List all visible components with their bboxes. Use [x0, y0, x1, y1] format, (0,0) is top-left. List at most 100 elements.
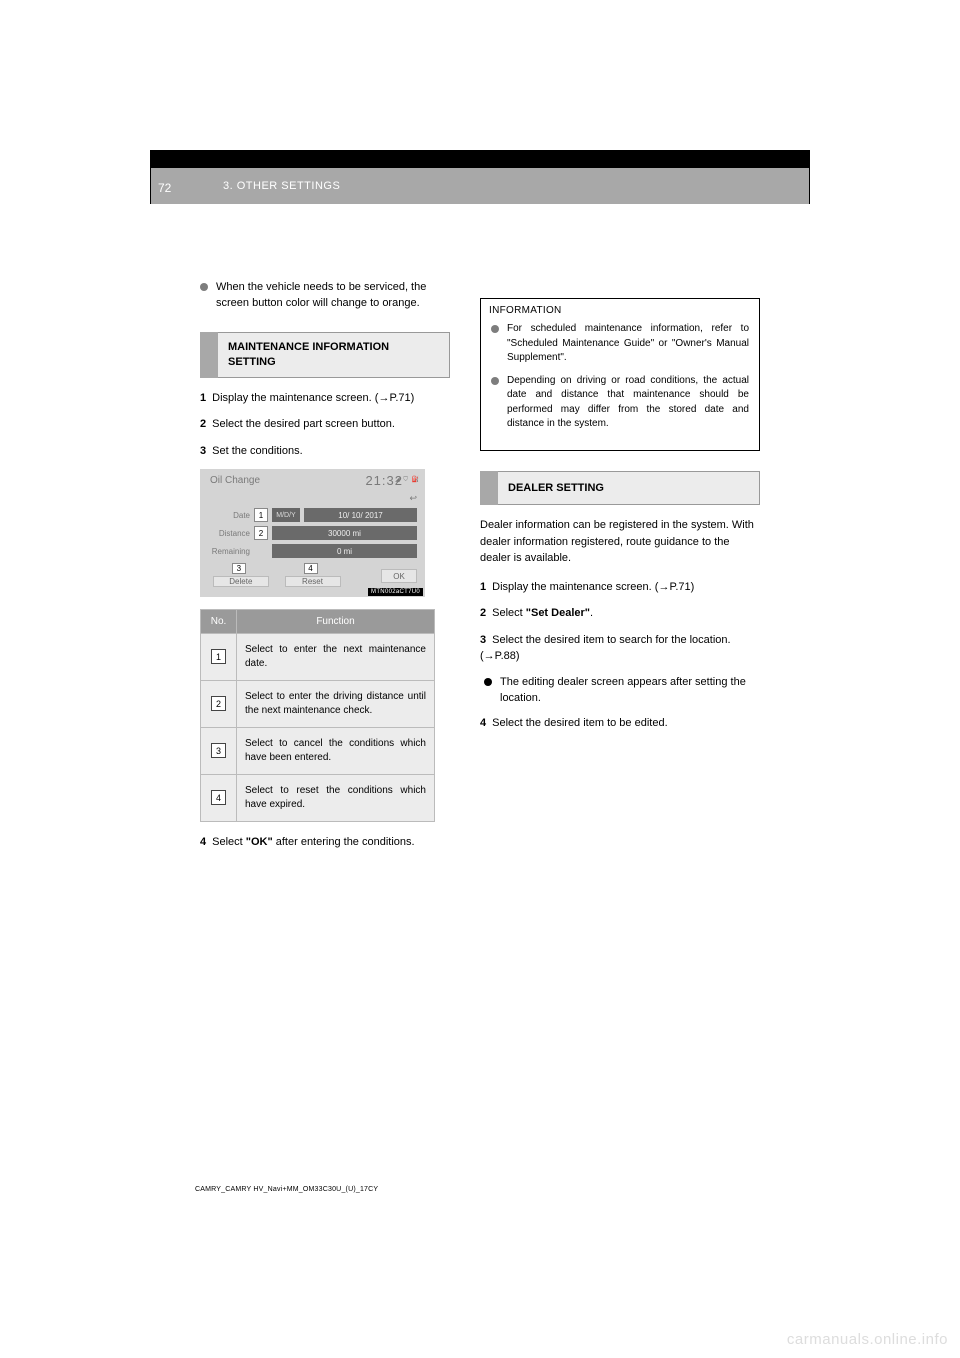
reset-button[interactable]: Reset — [285, 576, 341, 587]
step-text-b: . — [590, 607, 593, 619]
step-text: Select the desired item to be edited. — [492, 717, 668, 729]
distance-field[interactable]: 30000 mi — [272, 526, 417, 540]
date-label: Date — [208, 511, 254, 520]
section-tab-icon — [200, 332, 218, 378]
reset-column: 4 Reset — [280, 563, 346, 587]
row-desc-cell: Select to reset the conditions which hav… — [237, 775, 435, 822]
step-number: 2 — [200, 418, 206, 430]
step-text-a: Select — [492, 607, 526, 619]
right-step-1: 1 Display the maintenance screen. (→P.71) — [480, 579, 760, 596]
breadcrumb-text: 3. OTHER SETTINGS — [223, 180, 340, 192]
row-number-cell: 2 — [201, 681, 237, 728]
col-header-function: Function — [237, 610, 435, 634]
remaining-field: 0 mi — [272, 544, 417, 558]
step-number: 3 — [480, 634, 486, 646]
info-text-2: Depending on driving or road conditions,… — [507, 374, 749, 432]
row-number-cell: 4 — [201, 775, 237, 822]
bullet-icon — [491, 325, 499, 333]
right-step-2: 2 Select "Set Dealer". — [480, 605, 760, 622]
left-intro-text: When the vehicle needs to be serviced, t… — [216, 280, 450, 312]
row-number-cell: 3 — [201, 728, 237, 775]
info-bullet-2: Depending on driving or road conditions,… — [491, 374, 749, 432]
delete-button[interactable]: Delete — [213, 576, 269, 587]
distance-label: Distance — [208, 529, 254, 538]
left-step-2: 2 Select the desired part screen button. — [200, 416, 450, 433]
mdy-button[interactable]: M/D/Y — [272, 508, 300, 522]
date-field[interactable]: 10/ 10/ 2017 — [304, 508, 417, 522]
section-tab-icon — [480, 471, 498, 506]
section-dealer-setting: DEALER SETTING — [480, 471, 760, 506]
callout-3-icon: 3 — [232, 563, 246, 574]
screenshot-row-date: Date 1 M/D/Y 10/ 10/ 2017 — [208, 507, 417, 523]
watermark-text: carmanuals.online.info — [787, 1331, 948, 1348]
step-ref: (→P.71) — [655, 581, 695, 593]
info-text-1: For scheduled maintenance information, r… — [507, 322, 749, 366]
col-header-no: No. — [201, 610, 237, 634]
information-title: INFORMATION — [481, 299, 759, 316]
row-number-cell: 1 — [201, 634, 237, 681]
row-desc-cell: Select to enter the next maintenance dat… — [237, 634, 435, 681]
step-text: Display the maintenance screen. — [212, 392, 372, 404]
ok-button[interactable]: OK — [381, 569, 417, 583]
section-title-maintenance: MAINTENANCE INFORMATION SETTING — [218, 332, 450, 378]
row-desc-cell: Select to enter the driving distance unt… — [237, 681, 435, 728]
section-title-dealer: DEALER SETTING — [498, 471, 760, 506]
number-box-icon: 1 — [211, 649, 226, 664]
number-box-icon: 2 — [211, 696, 226, 711]
left-intro-bullet: When the vehicle needs to be serviced, t… — [200, 280, 450, 312]
step-text-a: Select — [212, 836, 246, 848]
function-table: No. Function 1 Select to enter the next … — [200, 609, 435, 822]
step-number: 4 — [480, 717, 486, 729]
right-column: INFORMATION For scheduled maintenance in… — [480, 280, 760, 741]
oil-change-screenshot: Oil Change 21:32 ◢ ⛉ ⛽ ↩ Date 1 M/D/Y 10… — [200, 469, 425, 597]
step-text: Display the maintenance screen. — [492, 581, 652, 593]
left-column: When the vehicle needs to be serviced, t… — [200, 280, 450, 861]
step-number: 1 — [480, 581, 486, 593]
table-row: 1 Select to enter the next maintenance d… — [201, 634, 435, 681]
step-text: Select the desired part screen button. — [212, 418, 395, 430]
information-box: INFORMATION For scheduled maintenance in… — [480, 298, 760, 451]
table-row: 3 Select to cancel the conditions which … — [201, 728, 435, 775]
back-icon[interactable]: ↩ — [409, 493, 417, 504]
number-box-icon: 3 — [211, 743, 226, 758]
number-box-icon: 4 — [211, 790, 226, 805]
header-breadcrumb-bar: 3. OTHER SETTINGS — [151, 168, 809, 204]
row-desc-cell: Select to cancel the conditions which ha… — [237, 728, 435, 775]
footer-code: CAMRY_CAMRY HV_Navi+MM_OM33C30U_(U)_17CY — [195, 1186, 378, 1193]
step-ref: (→P.88) — [480, 650, 520, 662]
bullet-icon — [484, 678, 492, 686]
callout-2-icon: 2 — [254, 526, 268, 540]
right-step-3: 3Select the desired item to search for t… — [480, 632, 760, 665]
step-number: 4 — [200, 836, 206, 848]
step-quote: "Set Dealer" — [526, 607, 590, 619]
dealer-intro: Dealer information can be registered in … — [480, 517, 760, 567]
step-number: 3 — [200, 445, 206, 457]
table-row: 4 Select to reset the conditions which h… — [201, 775, 435, 822]
info-bullet-1: For scheduled maintenance information, r… — [491, 322, 749, 366]
callout-1-icon: 1 — [254, 508, 268, 522]
right-step-4: 4 Select the desired item to be edited. — [480, 715, 760, 732]
screenshot-status-icons: ◢ ⛉ ⛽ — [395, 476, 420, 484]
section-maintenance-info: MAINTENANCE INFORMATION SETTING — [200, 332, 450, 378]
page-number: 72 — [158, 181, 171, 195]
table-header-row: No. Function — [201, 610, 435, 634]
screenshot-row-distance: Distance 2 30000 mi — [208, 525, 417, 541]
bullet-icon — [491, 377, 499, 385]
step-text: Set the conditions. — [212, 445, 303, 457]
step-number: 1 — [200, 392, 206, 404]
remaining-label: Remaining — [208, 547, 254, 556]
step-quote: "OK" — [246, 836, 273, 848]
step-text-b: after entering the conditions. — [273, 836, 415, 848]
screenshot-title: Oil Change — [210, 475, 260, 486]
delete-column: 3 Delete — [208, 563, 274, 587]
callout-4-icon: 4 — [304, 563, 318, 574]
bullet-icon — [200, 283, 208, 291]
step-number: 2 — [480, 607, 486, 619]
left-step-1: 1 Display the maintenance screen. (→P.71) — [200, 390, 450, 407]
note-text: The editing dealer screen appears after … — [500, 675, 760, 707]
step-ref: (→P.71) — [375, 392, 415, 404]
manual-page: 3. OTHER SETTINGS 72 When the vehicle ne… — [0, 0, 960, 1358]
left-step-4: 4 Select "OK" after entering the conditio… — [200, 834, 450, 851]
table-row: 2 Select to enter the driving distance u… — [201, 681, 435, 728]
right-step-3-note: The editing dealer screen appears after … — [484, 675, 760, 707]
